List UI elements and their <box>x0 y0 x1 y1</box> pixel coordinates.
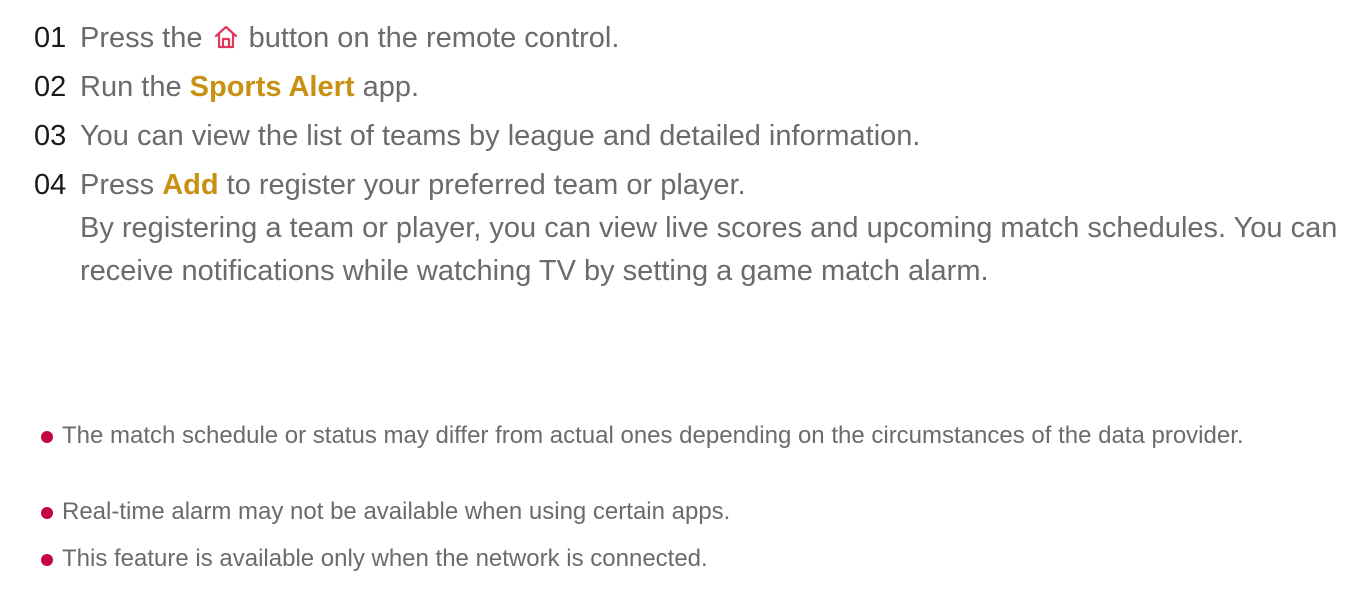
bullet-icon <box>41 554 53 566</box>
step-text-before: Press <box>80 169 155 201</box>
note-item: This feature is available only when the … <box>34 543 1362 575</box>
step-number: 04 <box>34 169 67 201</box>
note-item: Real-time alarm may not be available whe… <box>34 496 1362 528</box>
step-number: 03 <box>34 120 67 152</box>
note-text: Real-time alarm may not be available whe… <box>62 498 731 525</box>
note-item: The match schedule or status may differ … <box>34 420 1362 452</box>
step-text-before: Run the <box>80 71 182 103</box>
step-text-after: to register your preferred team or playe… <box>226 169 746 201</box>
step-number: 02 <box>34 71 67 103</box>
bullet-icon <box>41 431 53 443</box>
step-text: Press Add to register your preferred tea… <box>80 164 1362 293</box>
step-text: Run the Sports Alert app. <box>80 66 1362 109</box>
step-text: You can view the list of teams by league… <box>80 120 921 152</box>
step-text-before-icon: Press the <box>80 22 203 54</box>
step-text-after-icon: button on the remote control. <box>248 22 620 54</box>
step-detail: By registering a team or player, you can… <box>80 212 1338 287</box>
note-text: This feature is available only when the … <box>62 545 708 572</box>
step-text-after: app. <box>362 71 420 103</box>
step-04: 04 Press Add to register your preferred … <box>34 164 1362 293</box>
step-03: 03 You can view the list of teams by lea… <box>34 115 1362 158</box>
step-01: 01 Press the button on the remote contro… <box>34 17 1362 60</box>
add-button-label: Add <box>162 169 219 201</box>
app-name-sports-alert: Sports Alert <box>189 71 355 103</box>
home-icon <box>214 25 237 49</box>
step-text: Press the button on the remote control. <box>80 17 1362 60</box>
step-02: 02 Run the Sports Alert app. <box>34 66 1362 109</box>
note-text: The match schedule or status may differ … <box>62 422 1244 449</box>
step-number: 01 <box>34 22 67 54</box>
bullet-icon <box>41 507 53 519</box>
